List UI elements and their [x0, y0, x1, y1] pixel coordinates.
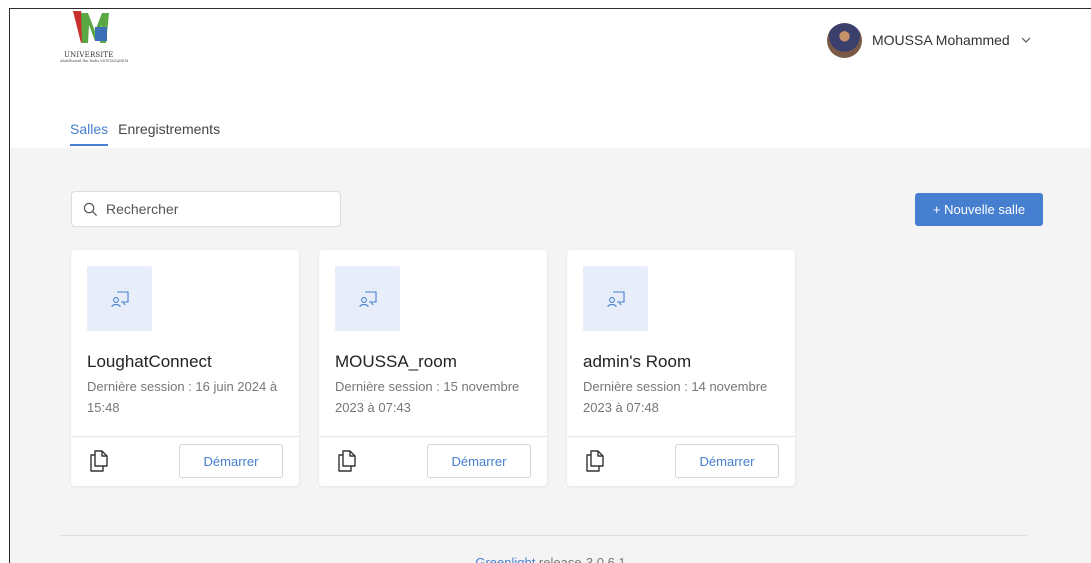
last-session: Dernière session : 16 juin 2024 à 15:48	[87, 379, 278, 415]
start-button[interactable]: Démarrer	[427, 444, 531, 478]
search-input[interactable]	[104, 200, 328, 218]
room-icon	[606, 290, 625, 307]
avatar[interactable]	[827, 22, 862, 58]
card-divider	[319, 436, 547, 437]
tabs: Salles Enregistrements	[70, 121, 230, 146]
start-button[interactable]: Démarrer	[675, 444, 779, 478]
search-icon	[83, 202, 98, 216]
copy-icon[interactable]	[585, 449, 605, 473]
room-icon-tile[interactable]	[583, 266, 648, 331]
version-text: release-3.0.6.1	[535, 555, 626, 563]
user-name: MOUSSA Mohammed	[872, 32, 1010, 48]
start-button[interactable]: Démarrer	[179, 444, 283, 478]
logo-subtext: Abdelhamid Ibn Badis MOSTAGANEM	[60, 59, 129, 63]
room-icon-tile[interactable]	[87, 266, 152, 331]
main-content: + Nouvelle salle LoughatConnect Dernière…	[10, 148, 1091, 563]
search-box[interactable]	[71, 191, 341, 227]
chevron-down-icon[interactable]	[1020, 34, 1032, 46]
copy-icon[interactable]	[337, 449, 357, 473]
tab-enregistrements[interactable]: Enregistrements	[118, 121, 220, 146]
card-divider	[567, 436, 795, 437]
room-icon	[110, 290, 129, 307]
room-card[interactable]: LoughatConnect Dernière session : 16 jui…	[71, 250, 299, 486]
last-session: Dernière session : 14 novembre 2023 à 07…	[583, 379, 768, 415]
footer-divider	[60, 535, 1027, 536]
tab-salles[interactable]: Salles	[70, 121, 109, 146]
greenlight-link[interactable]: Greenlight	[475, 555, 535, 563]
room-icon-tile[interactable]	[335, 266, 400, 331]
new-room-button[interactable]: + Nouvelle salle	[915, 193, 1043, 226]
header: UNIVERSITE Abdelhamid Ibn Badis MOSTAGAN…	[10, 9, 1091, 148]
footer: Greenlight release-3.0.6.1	[10, 555, 1091, 563]
room-card[interactable]: MOUSSA_room Dernière session : 15 novemb…	[319, 250, 547, 486]
room-icon	[358, 290, 377, 307]
copy-icon[interactable]	[89, 449, 109, 473]
app-frame: UNIVERSITE Abdelhamid Ibn Badis MOSTAGAN…	[9, 8, 1091, 563]
room-card[interactable]: admin's Room Dernière session : 14 novem…	[567, 250, 795, 486]
room-name[interactable]: MOUSSA_room	[335, 352, 457, 372]
logo-text: UNIVERSITE	[64, 51, 114, 59]
user-menu[interactable]: MOUSSA Mohammed	[827, 22, 1032, 58]
room-name[interactable]: admin's Room	[583, 352, 691, 372]
last-session: Dernière session : 15 novembre 2023 à 07…	[335, 379, 520, 415]
room-name[interactable]: LoughatConnect	[87, 352, 212, 372]
card-divider	[71, 436, 299, 437]
